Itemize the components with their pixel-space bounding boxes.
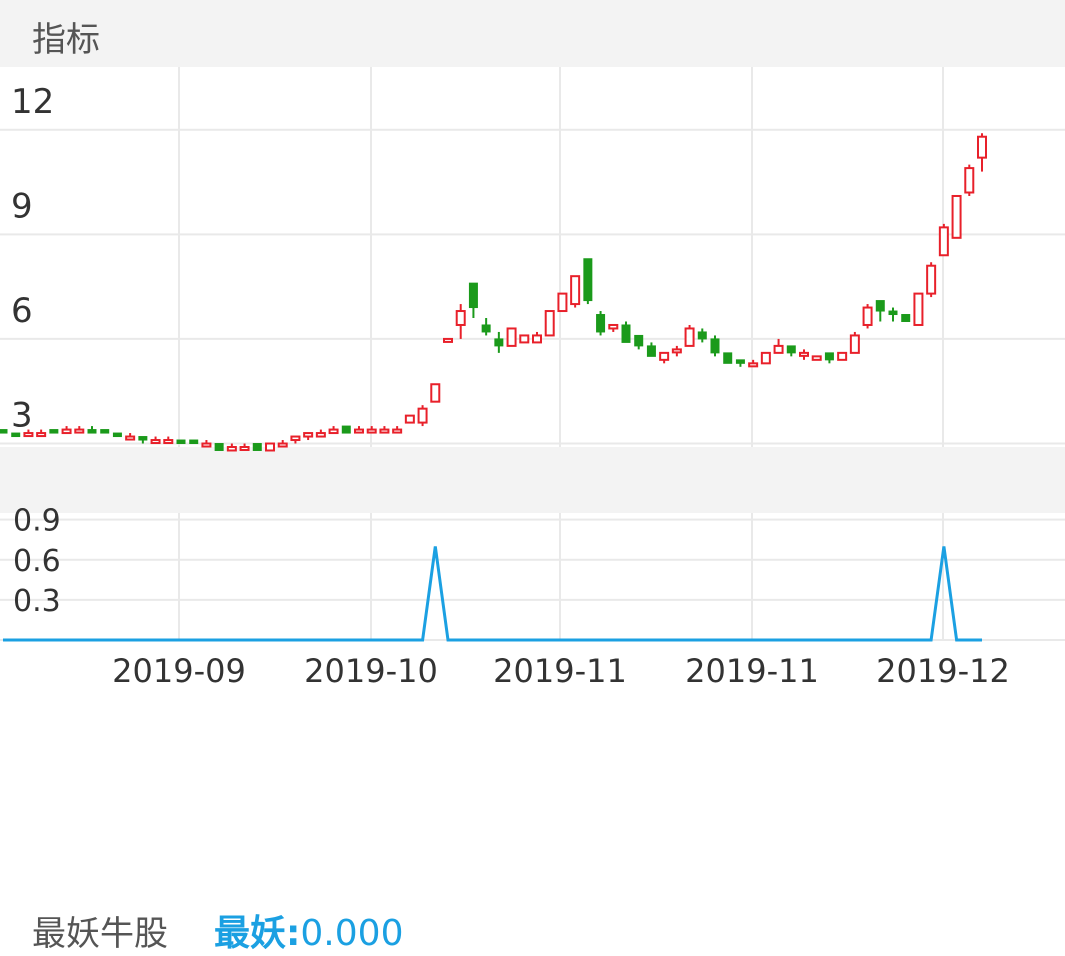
candle-body-up [328,428,339,435]
candle-body-down [786,345,796,354]
candle-body-up [265,442,275,452]
candle-body-up [977,135,987,159]
price-tick-label: 12 [11,82,54,122]
indicator-value: 0.000 [300,913,404,954]
candle-body-down [252,443,262,451]
candle-body-down [646,345,656,357]
date-tick-label: 2019-11 [685,652,819,690]
candle-body-up [201,442,212,448]
candle-body-up [74,428,85,434]
price-tick-label: 6 [11,291,33,331]
candle-body-up [532,334,542,344]
date-tick-label: 2019-12 [876,652,1010,690]
candle-body-up [964,167,975,194]
candle-body-up [570,275,581,306]
candle-body-up [938,226,949,257]
indicator-value-display: 最妖:0.000 [214,904,403,956]
price-and-indicator-chart: 36912 0.30.60.9 2019-09 2019-10 2019-11 201… [0,67,1065,690]
candle-body-up [36,432,47,438]
candle-body-up [837,351,848,361]
price-axis: 3 6 9 12 [11,82,54,436]
candle-body-down [494,338,504,347]
candle-body-up [849,334,860,354]
candle-body-up [163,439,174,445]
candle-body-down [468,282,478,309]
candle-body-up [811,355,822,361]
candle-body-down [583,258,593,302]
candle-body-down [176,439,186,445]
candle-body-up [315,432,326,438]
date-axis: 2019-09 2019-10 2019-11 2019-11 2019-12 [112,652,1010,690]
candle-body-up [404,414,415,424]
candle-body-down [824,352,834,361]
candle-body-down [875,300,885,312]
candle-body-up [773,344,784,354]
candle-body-up [150,439,161,445]
price-tick-label: 3 [11,396,33,436]
candle-body-down [49,429,59,434]
indicator-name[interactable]: 最妖牛股 [32,906,168,955]
candle-body-down [341,425,351,434]
candle-body-up [366,428,377,434]
candle-body-up [862,306,873,326]
candle-body-down [634,334,644,347]
candle-body-down [112,432,122,438]
candle-body-up [557,292,568,313]
candle-body-up [748,362,759,368]
chart-grid [0,67,1065,641]
candle-body-up [913,292,924,326]
candle-body-up [926,264,937,295]
candle-body-up [61,428,72,435]
candle-body-up [659,351,670,361]
candle-body-up [430,383,441,403]
candle-body-up [608,323,619,330]
candle-body-up [443,337,453,343]
candle-body-down [481,324,491,333]
candle-body-up [684,327,695,347]
candle-body-down [189,439,199,445]
candle-body-up [239,446,250,451]
candle-body-down [723,352,733,364]
candle-body-up [277,442,288,448]
candle-body-down [901,314,911,322]
candle-body-up [354,428,364,434]
date-tick-label: 2019-11 [493,652,627,690]
candle-body-up [125,435,136,441]
candle-body-up [290,435,301,442]
candle-body-up [760,351,771,365]
candle-body-down [138,436,148,441]
date-tick-label: 2019-10 [304,652,438,690]
candle-body-down [596,314,606,333]
candle-body-up [951,194,962,239]
indicator-value-label: 最妖: [214,913,301,954]
indicator-axis: 0.3 0.6 0.9 [13,504,61,619]
candle-body-down [710,338,720,354]
candle-body-up [544,310,555,337]
candle-body-down [735,359,745,364]
candle-body-down [87,429,97,434]
candle-body-up [417,407,428,424]
candle-body-down [697,331,707,340]
candle-body-down [214,443,224,451]
candle-body-up [519,334,530,344]
candle-body-up [379,428,390,434]
candle-body-up [506,327,517,347]
candle-body-down [621,324,631,343]
candlestick-series [0,133,987,452]
candle-body-up [799,351,809,357]
candle-body-down [888,310,898,316]
indicator-tick-label: 0.3 [13,584,61,619]
candle-body-down [100,429,110,434]
candle-body-up [226,446,237,452]
candle-body-up [455,310,466,326]
indicator-tick-label: 0.6 [13,544,61,579]
date-tick-label: 2019-09 [112,652,246,690]
indicator-tick-label: 0.9 [13,504,61,539]
candle-body-up [392,428,403,434]
price-tick-label: 9 [11,186,33,226]
candle-body-up [671,348,682,354]
candle-body-down [0,429,8,434]
candle-body-up [303,432,314,438]
